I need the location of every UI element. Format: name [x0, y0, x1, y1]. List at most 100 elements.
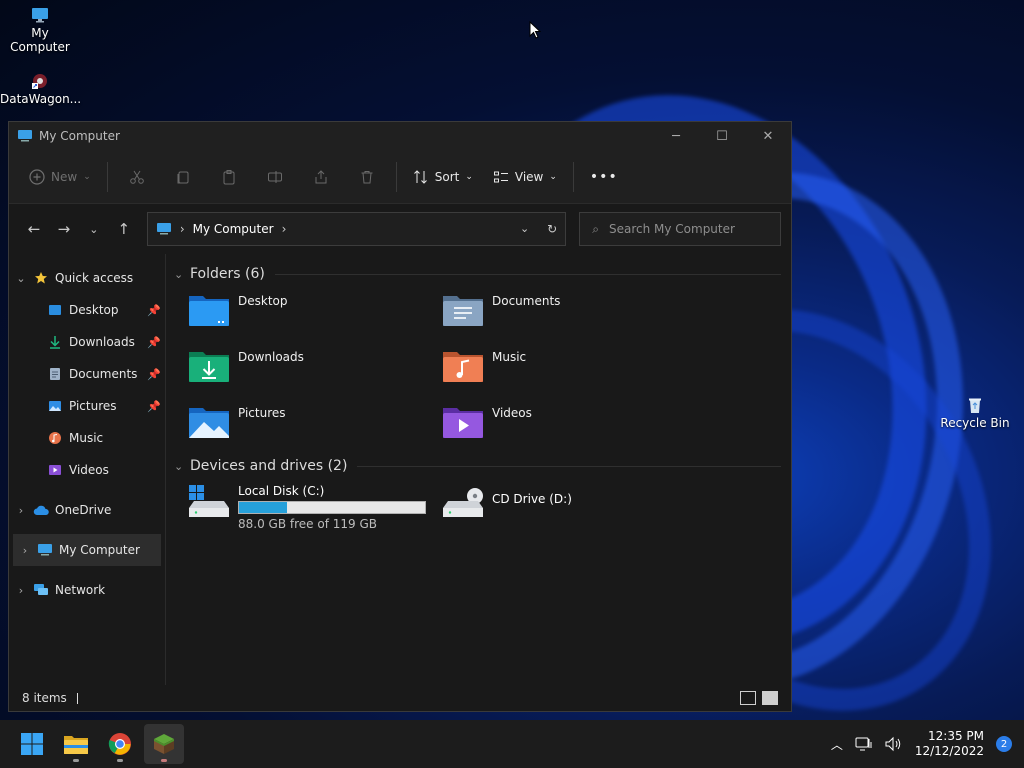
music-icon — [47, 430, 63, 446]
videos-folder-icon — [443, 408, 483, 438]
search-box[interactable]: ⌕ Search My Computer — [579, 212, 781, 246]
document-icon — [47, 366, 63, 382]
address-history-dropdown-icon[interactable]: ⌄ — [520, 222, 529, 236]
window-title: My Computer — [39, 129, 120, 143]
pictures-icon — [47, 398, 63, 414]
cd-drive-icon — [443, 488, 483, 517]
share-button[interactable] — [310, 166, 332, 188]
documents-folder-icon — [443, 296, 483, 326]
sidebar-item-documents[interactable]: Documents 📌 — [9, 358, 165, 390]
desktop-icon-my-computer[interactable]: My Computer — [0, 6, 80, 54]
taskbar-file-explorer[interactable] — [56, 724, 96, 764]
content-pane: ⌄ Folders (6) Desktop Documents Download… — [166, 254, 791, 685]
monitor-icon — [156, 223, 171, 235]
start-button[interactable] — [12, 724, 52, 764]
sort-label: Sort — [434, 169, 460, 184]
folders-section-header[interactable]: ⌄ Folders (6) — [174, 260, 781, 288]
folder-item-music[interactable]: Music — [442, 348, 696, 390]
sidebar-item-network[interactable]: › Network — [9, 574, 165, 606]
sidebar-item-pictures[interactable]: Pictures 📌 — [9, 390, 165, 422]
sidebar-item-label: Desktop — [69, 303, 119, 317]
copy-button[interactable] — [172, 166, 194, 188]
details-view-button[interactable] — [740, 691, 756, 705]
clock[interactable]: 12:35 PM 12/12/2022 — [915, 729, 984, 759]
drive-usage-bar — [238, 501, 426, 514]
running-indicator — [73, 759, 79, 762]
pin-icon[interactable]: 📌 — [147, 400, 161, 413]
folder-item-videos[interactable]: Videos — [442, 404, 696, 446]
app-shortcut-icon — [32, 74, 47, 89]
show-hidden-icons-button[interactable]: ︿ — [831, 736, 843, 753]
delete-button[interactable] — [356, 166, 378, 188]
folder-name: Desktop — [238, 294, 288, 308]
address-bar[interactable]: › My Computer › ⌄ ↻ — [146, 212, 567, 246]
pin-icon[interactable]: 📌 — [147, 336, 161, 349]
sidebar-item-my-computer[interactable]: › My Computer — [13, 534, 161, 566]
forward-button[interactable]: → — [49, 220, 79, 238]
drive-item-local-disk-c[interactable]: Local Disk (C:) 88.0 GB free of 119 GB — [188, 484, 442, 534]
sidebar-item-label: Pictures — [69, 399, 117, 413]
sidebar-item-quick-access[interactable]: ⌄ Quick access — [9, 262, 165, 294]
clipboard-icon — [223, 169, 235, 184]
drive-name: Local Disk (C:) — [238, 484, 325, 498]
downloads-folder-icon — [189, 352, 229, 382]
view-button[interactable]: View ⌄ — [483, 160, 567, 194]
devices-section-header[interactable]: ⌄ Devices and drives (2) — [174, 452, 781, 480]
desktop-icon-datawagon[interactable]: DataWagon... — [0, 72, 82, 106]
chevron-right-icon[interactable]: › — [13, 544, 37, 557]
chevron-down-icon: ⌄ — [174, 459, 184, 473]
chevron-down-icon[interactable]: ⌄ — [9, 272, 33, 285]
chrome-icon — [108, 733, 131, 755]
folder-item-documents[interactable]: Documents — [442, 292, 696, 334]
system-tray: ︿ 12:35 PM 12/12/2022 2 — [831, 729, 1024, 759]
up-button[interactable]: ↑ — [109, 220, 139, 238]
command-bar: New ⌄ Sort ⌄ View ⌄ ••• — [9, 150, 791, 204]
cut-button[interactable] — [126, 166, 148, 188]
desktop-icon-recycle-bin[interactable]: Recycle Bin — [935, 396, 1015, 430]
minimize-button[interactable]: ─ — [653, 122, 699, 150]
folder-name: Music — [492, 350, 527, 364]
close-button[interactable]: ✕ — [745, 122, 791, 150]
title-bar[interactable]: My Computer ─ ☐ ✕ — [9, 122, 791, 150]
folder-name: Videos — [492, 406, 532, 420]
breadcrumb-separator-icon[interactable]: › — [282, 222, 287, 236]
running-indicator — [161, 759, 167, 762]
breadcrumb-my-computer[interactable]: My Computer — [193, 222, 274, 236]
rename-button[interactable] — [264, 166, 286, 188]
large-icons-view-button[interactable] — [762, 691, 778, 705]
pin-icon[interactable]: 📌 — [147, 368, 161, 381]
refresh-icon[interactable]: ↻ — [547, 222, 557, 236]
chevron-down-icon: ⌄ — [83, 171, 91, 182]
sidebar-item-label: Downloads — [69, 335, 135, 349]
drive-name: CD Drive (D:) — [492, 492, 572, 506]
chevron-right-icon[interactable]: › — [9, 504, 33, 517]
volume-icon[interactable] — [885, 736, 903, 752]
pin-icon[interactable]: 📌 — [147, 304, 161, 317]
sort-button[interactable]: Sort ⌄ — [403, 160, 483, 194]
sidebar-item-desktop[interactable]: Desktop 📌 — [9, 294, 165, 326]
folder-item-downloads[interactable]: Downloads — [188, 348, 442, 390]
new-button[interactable]: New ⌄ — [19, 160, 101, 194]
cloud-icon — [33, 502, 49, 518]
sidebar-item-label: Quick access — [55, 271, 134, 285]
sidebar-item-music[interactable]: Music — [9, 422, 165, 454]
clock-time: 12:35 PM — [928, 729, 984, 743]
recent-locations-button[interactable]: ⌄ — [79, 223, 109, 236]
paste-button[interactable] — [218, 166, 240, 188]
taskbar-chrome[interactable] — [100, 724, 140, 764]
sidebar-item-onedrive[interactable]: › OneDrive — [9, 494, 165, 526]
sidebar-item-downloads[interactable]: Downloads 📌 — [9, 326, 165, 358]
windows-drive-icon — [189, 485, 229, 517]
taskbar-app-cube[interactable] — [144, 724, 184, 764]
folder-item-desktop[interactable]: Desktop — [188, 292, 442, 334]
drive-item-cd-drive-d[interactable]: CD Drive (D:) — [442, 484, 696, 534]
chevron-right-icon[interactable]: › — [9, 584, 33, 597]
folder-item-pictures[interactable]: Pictures — [188, 404, 442, 446]
desktop-icon-label: DataWagon... — [0, 92, 82, 106]
maximize-button[interactable]: ☐ — [699, 122, 745, 150]
back-button[interactable]: ← — [19, 220, 49, 238]
more-options-button[interactable]: ••• — [580, 160, 628, 194]
sidebar-item-videos[interactable]: Videos — [9, 454, 165, 486]
notification-badge[interactable]: 2 — [996, 736, 1012, 752]
network-status-icon[interactable] — [855, 736, 873, 752]
